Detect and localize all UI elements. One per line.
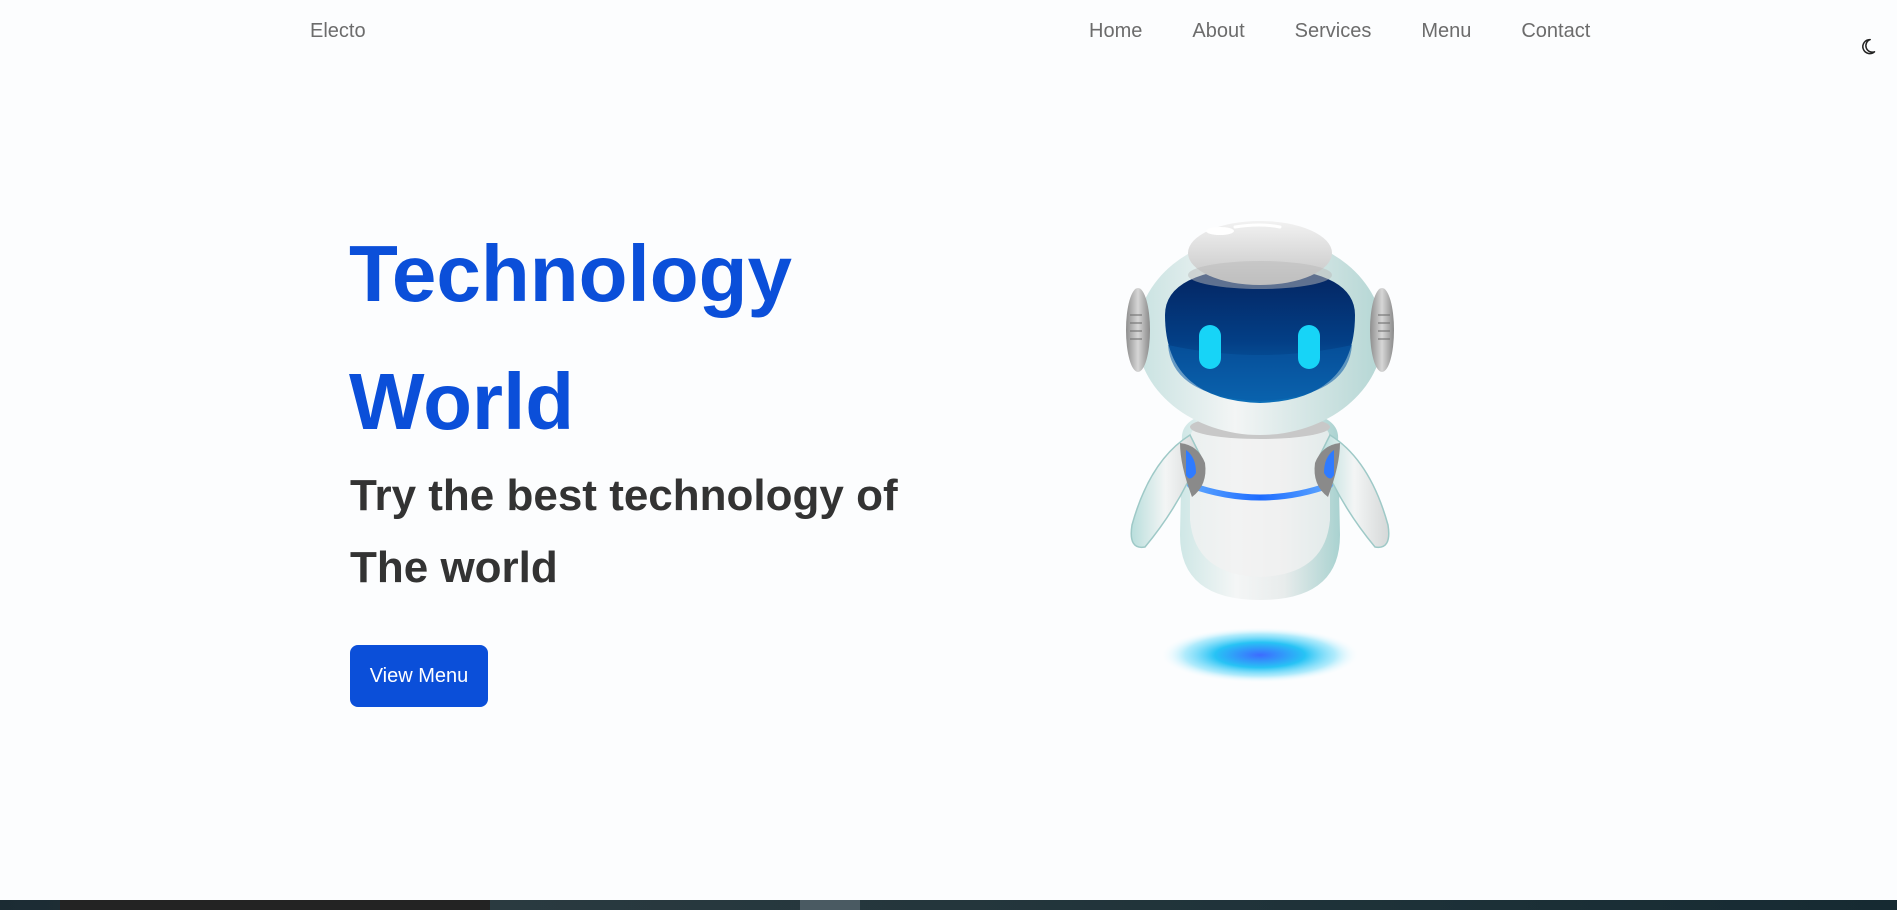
view-menu-button[interactable]: View Menu <box>350 645 488 707</box>
moon-icon <box>1862 38 1876 55</box>
hero-subtitle: Try the best technology of The world <box>350 460 970 604</box>
brand-logo[interactable]: Electo <box>310 20 366 43</box>
bottom-taskbar-strip <box>0 900 1897 910</box>
nav-link-home[interactable]: Home <box>1089 20 1142 43</box>
landing-page: Electo Home About Services Menu Contact … <box>0 0 1897 910</box>
hero-subtitle-line-2: The world <box>350 543 558 592</box>
navbar: Electo Home About Services Menu Contact <box>0 0 1897 62</box>
hero-title-line-2: World <box>349 357 575 446</box>
nav-links: Home About Services Menu Contact <box>1089 20 1640 43</box>
hero-title: Technology World <box>349 210 909 466</box>
nav-link-services[interactable]: Services <box>1295 20 1372 43</box>
nav-link-menu[interactable]: Menu <box>1421 20 1471 43</box>
theme-toggle-button[interactable] <box>1859 36 1879 56</box>
hero-subtitle-line-1: Try the best technology of <box>350 471 898 520</box>
hero-title-line-1: Technology <box>349 229 792 318</box>
nav-link-about[interactable]: About <box>1192 20 1244 43</box>
nav-link-contact[interactable]: Contact <box>1521 20 1590 43</box>
robot-illustration <box>1126 221 1394 683</box>
